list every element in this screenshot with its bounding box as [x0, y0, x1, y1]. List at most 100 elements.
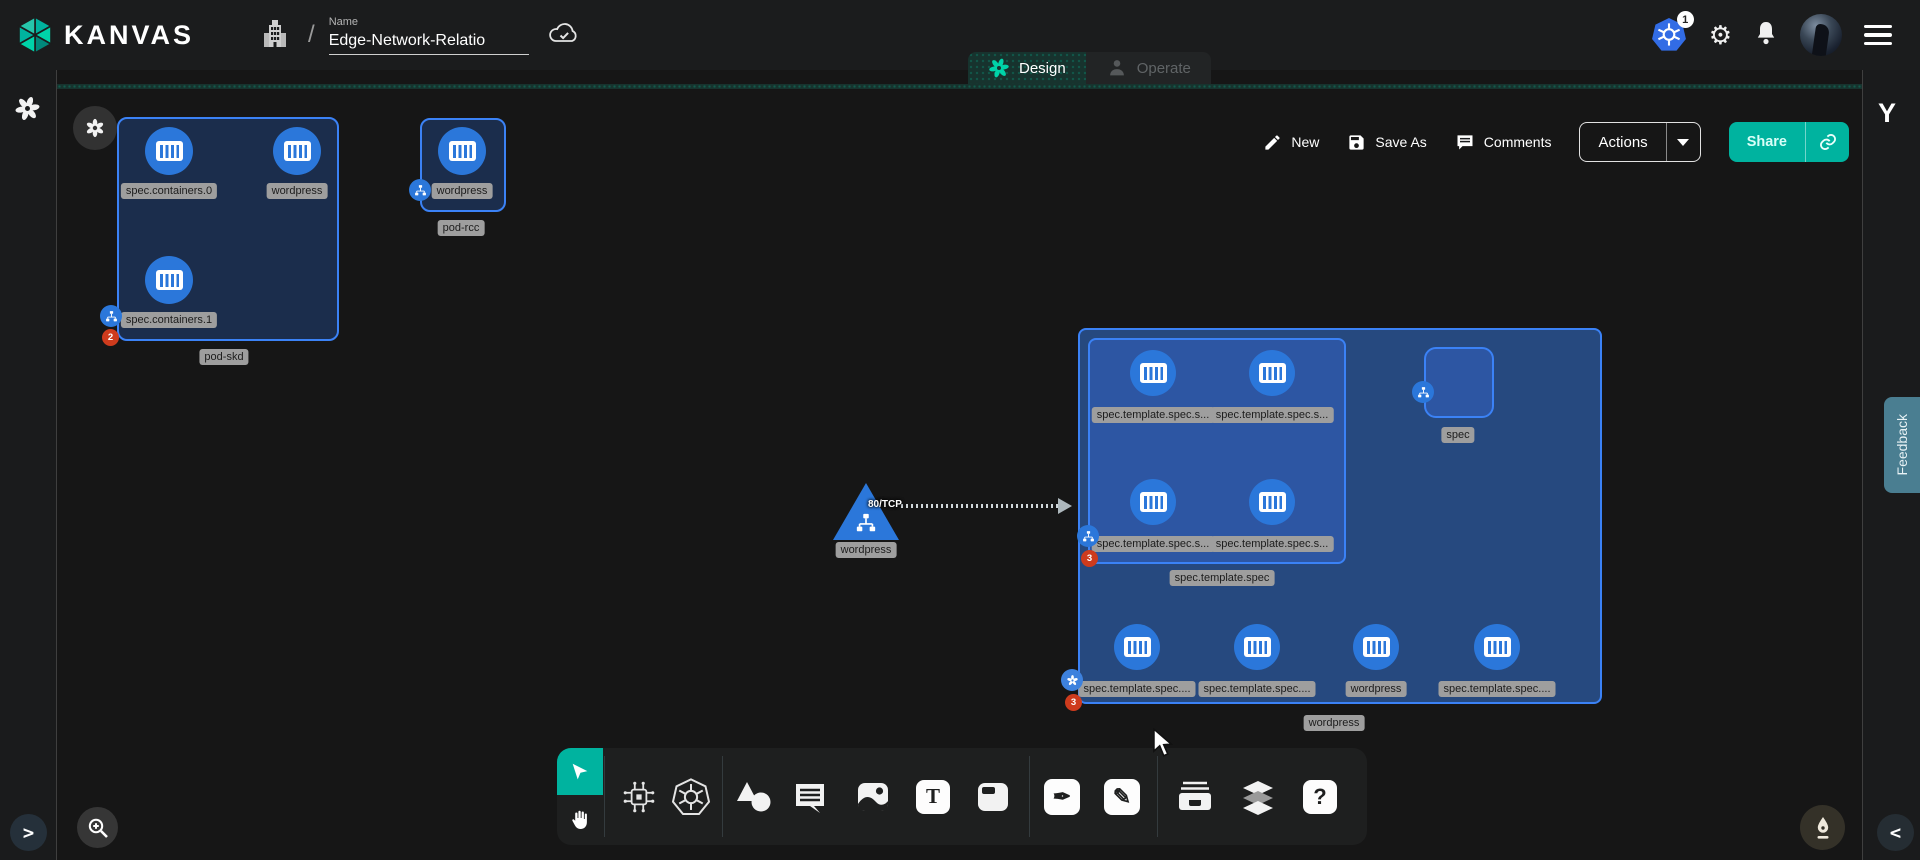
node-container-template-3[interactable] — [1249, 479, 1295, 525]
cloud-sync-icon — [547, 19, 581, 52]
node-container-deploy-1[interactable] — [1234, 624, 1280, 670]
design-canvas[interactable]: > Y < Feedback — [0, 70, 1920, 860]
user-avatar[interactable] — [1800, 14, 1842, 56]
collapse-right-panel-button[interactable]: < — [1877, 814, 1914, 851]
settings-gear-icon[interactable]: ⚙ — [1709, 22, 1732, 48]
node-label: spec.template.spec.s... — [1211, 536, 1334, 552]
select-tool-active[interactable] — [557, 748, 603, 795]
layers-icon — [1239, 778, 1277, 816]
tab-operate[interactable]: Operate — [1086, 52, 1211, 84]
expand-left-panel-button[interactable]: > — [10, 814, 47, 851]
node-container-template-0[interactable] — [1130, 350, 1176, 396]
node-container-wordpress-1[interactable] — [273, 127, 321, 175]
design-name-label: Name — [329, 16, 529, 28]
service-label: wordpress — [836, 542, 897, 558]
count-badge[interactable]: 3 — [1065, 694, 1082, 711]
caret-down-icon — [1677, 139, 1689, 146]
node-label: wordpress — [432, 183, 493, 199]
pen-nib-icon — [1811, 815, 1835, 841]
save-icon — [1347, 133, 1366, 152]
components-tool[interactable] — [613, 748, 665, 845]
node-container-wordpress-rcc[interactable] — [438, 127, 486, 175]
canvas-settings-flower-button[interactable] — [73, 106, 117, 150]
comments-button[interactable]: Comments — [1455, 132, 1552, 152]
tab-design[interactable]: Design — [968, 52, 1086, 84]
layers-tool[interactable] — [1232, 748, 1284, 845]
toolbar-divider — [722, 756, 723, 837]
bottom-toolbar: T ✒ ✎ — [557, 748, 1367, 845]
kanvas-app: KANVAS / Name — [0, 0, 1920, 860]
container-icon — [1259, 492, 1286, 512]
node-label: spec.containers.0 — [121, 183, 217, 199]
new-button[interactable]: New — [1263, 133, 1319, 152]
count-badge[interactable]: 3 — [1081, 550, 1098, 567]
pencil-tool-icon: ✎ — [1104, 779, 1140, 815]
actions-dropdown-toggle[interactable] — [1666, 123, 1700, 161]
group-label: pod-skd — [199, 349, 248, 365]
container-icon — [1244, 637, 1271, 657]
freehand-draw-tool[interactable]: ✎ — [1096, 748, 1148, 845]
count-badge[interactable]: 2 — [102, 329, 119, 346]
node-container-template-1[interactable] — [1249, 350, 1295, 396]
kubernetes-context-icon[interactable]: 1 — [1651, 17, 1687, 53]
context-count-badge: 1 — [1677, 11, 1694, 28]
pod-relationship-badge[interactable] — [100, 305, 122, 327]
node-container-deploy-wordpress[interactable] — [1353, 624, 1399, 670]
service-icon — [854, 512, 878, 534]
edge-service-to-deployment[interactable] — [901, 504, 1059, 508]
node-label: spec.template.spec.s... — [1211, 407, 1334, 423]
drawer-tool[interactable] — [1169, 748, 1221, 845]
kanvas-logo[interactable]: KANVAS — [16, 15, 194, 55]
group-label: spec.template.spec — [1170, 570, 1275, 586]
zoom-button[interactable] — [77, 807, 118, 848]
copy-link-segment[interactable] — [1805, 122, 1849, 162]
node-group-spec-template-spec[interactable] — [1088, 338, 1346, 564]
text-tool[interactable]: T — [907, 748, 959, 845]
group-label: wordpress — [1304, 715, 1365, 731]
save-as-label: Save As — [1375, 134, 1426, 150]
container-icon — [449, 141, 476, 161]
whiteboarding-pen-button[interactable] — [1800, 805, 1845, 850]
image-tool[interactable] — [847, 748, 899, 845]
kubernetes-tool[interactable] — [665, 748, 717, 845]
pod-relationship-badge[interactable] — [1412, 381, 1434, 403]
deployment-relationship-badge[interactable] — [1061, 669, 1083, 691]
note-tool[interactable] — [967, 748, 1019, 845]
save-as-button[interactable]: Save As — [1347, 133, 1426, 152]
notifications-bell-icon[interactable] — [1754, 20, 1778, 51]
text-tool-icon: T — [916, 780, 950, 814]
node-container-deploy-0[interactable] — [1114, 624, 1160, 670]
node-service-wordpress[interactable] — [833, 483, 899, 540]
validator-icon[interactable]: Y — [1878, 98, 1896, 129]
toolbar-divider — [1029, 756, 1030, 837]
container-icon — [156, 270, 183, 290]
comment-tool[interactable] — [785, 748, 835, 845]
help-tool[interactable]: ? — [1294, 748, 1346, 845]
node-label: spec.containers.1 — [121, 312, 217, 328]
designs-swirl-icon[interactable] — [14, 95, 41, 122]
node-container-template-2[interactable] — [1130, 479, 1176, 525]
actions-split-button[interactable]: Actions — [1579, 122, 1700, 162]
node-container-spec-containers-1[interactable] — [145, 256, 193, 304]
node-container-deploy-3[interactable] — [1474, 624, 1520, 670]
design-name-input[interactable] — [329, 30, 529, 55]
helm-wheel-icon — [671, 777, 711, 817]
magnifier-plus-icon — [86, 816, 110, 840]
comments-label: Comments — [1484, 134, 1552, 150]
organization-icon[interactable] — [260, 17, 290, 54]
shapes-tool[interactable] — [729, 748, 779, 845]
design-swirl-icon — [988, 57, 1010, 79]
pan-hand-tool[interactable] — [557, 795, 603, 845]
node-group-spec[interactable] — [1424, 347, 1494, 418]
pod-relationship-badge[interactable] — [409, 179, 431, 201]
node-label: spec.template.spec.... — [1199, 681, 1316, 697]
pen-tool[interactable]: ✒ — [1036, 748, 1088, 845]
hamburger-menu-icon[interactable] — [1864, 25, 1892, 46]
node-container-spec-containers-0[interactable] — [145, 127, 193, 175]
share-split-button[interactable]: Share — [1729, 122, 1849, 162]
shapes-icon — [734, 780, 774, 814]
canvas-top-accent — [57, 84, 1862, 89]
actions-label: Actions — [1580, 134, 1665, 151]
feedback-tab[interactable]: Feedback — [1884, 397, 1920, 493]
pod-relationship-badge[interactable] — [1077, 525, 1099, 547]
